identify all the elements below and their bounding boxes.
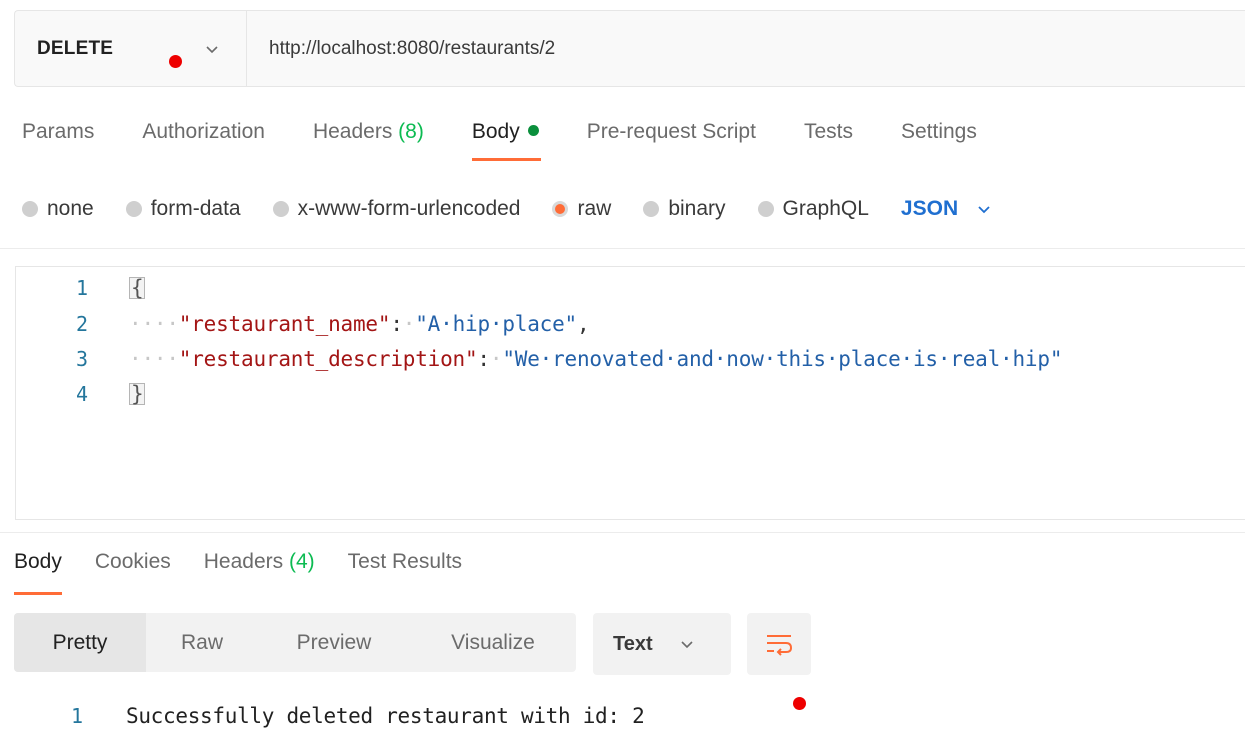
cursor-dot bbox=[793, 697, 806, 710]
json-value: "A·hip·place" bbox=[415, 312, 577, 336]
tab-label: Cookies bbox=[94, 550, 171, 573]
response-text: Successfully deleted restaurant with id:… bbox=[126, 704, 645, 728]
code-line: 1 { bbox=[16, 271, 1245, 305]
json-key: "restaurant_description" bbox=[178, 347, 478, 371]
line-number: 2 bbox=[75, 312, 88, 336]
radio-icon bbox=[272, 201, 289, 217]
view-mode-preview[interactable]: Preview bbox=[258, 613, 410, 672]
wrap-lines-button[interactable] bbox=[747, 613, 811, 675]
tab-label: Body bbox=[14, 550, 62, 573]
response-tab-test-results[interactable]: Test Results bbox=[348, 550, 462, 596]
line-number: 1 bbox=[70, 704, 83, 728]
code-text: } bbox=[129, 382, 146, 406]
json-value: "We·renovated·and·now·this·place·is·real… bbox=[502, 347, 1063, 371]
response-tabs: Body Cookies Headers (4) Test Results bbox=[14, 550, 495, 596]
tab-settings[interactable]: Settings bbox=[901, 120, 977, 160]
radio-none[interactable]: none bbox=[22, 197, 94, 221]
radio-label: x-www-form-urlencoded bbox=[297, 197, 521, 220]
code-line: 3 ····"restaurant_description":·"We·reno… bbox=[16, 342, 1245, 376]
view-mode-switcher: Pretty Raw Preview Visualize bbox=[14, 613, 576, 672]
headers-count: (4) bbox=[288, 550, 315, 573]
code-text: ····"restaurant_name":·"A·hip·place", bbox=[129, 312, 590, 336]
view-mode-pretty[interactable]: Pretty bbox=[14, 613, 146, 672]
radio-label: form-data bbox=[150, 197, 241, 220]
tab-label: Params bbox=[22, 120, 95, 143]
indent-whitespace: ···· bbox=[129, 347, 179, 371]
tab-label: Authorization bbox=[142, 120, 265, 143]
code-line: 4 } bbox=[16, 377, 1245, 411]
unsaved-changes-dot bbox=[169, 55, 182, 68]
open-brace: { bbox=[129, 276, 146, 300]
chevron-down-icon bbox=[206, 46, 218, 54]
code-text: ····"restaurant_description":·"We·renova… bbox=[129, 347, 1063, 371]
json-colon: : bbox=[390, 312, 403, 336]
radio-form-data[interactable]: form-data bbox=[125, 197, 241, 221]
headers-count: (8) bbox=[398, 120, 424, 143]
radio-label: GraphQL bbox=[782, 197, 869, 220]
tab-label: Pre-request Script bbox=[586, 120, 756, 143]
radio-label: binary bbox=[668, 197, 726, 220]
tab-label: Test Results bbox=[347, 550, 463, 573]
chevron-down-icon bbox=[681, 641, 693, 649]
request-body-editor[interactable]: 1 { 2 ····"restaurant_name":·"A·hip·plac… bbox=[15, 266, 1245, 520]
tab-label: Headers bbox=[312, 120, 393, 143]
line-number: 3 bbox=[75, 347, 88, 371]
tab-headers[interactable]: Headers (8) bbox=[313, 120, 424, 160]
close-brace: } bbox=[129, 382, 146, 406]
json-key: "restaurant_name" bbox=[178, 312, 391, 336]
radio-binary[interactable]: binary bbox=[643, 197, 726, 221]
body-format-dropdown[interactable]: JSON bbox=[901, 197, 992, 221]
chevron-down-icon bbox=[978, 206, 990, 214]
tab-label: Tests bbox=[803, 120, 853, 143]
body-type-options: none form-data x-www-form-urlencoded raw… bbox=[22, 195, 992, 223]
line-number: 4 bbox=[75, 382, 88, 406]
code-line: 2 ····"restaurant_name":·"A·hip·place", bbox=[16, 307, 1245, 341]
json-comma: , bbox=[577, 312, 590, 336]
tab-label: Headers bbox=[203, 550, 284, 573]
radio-icon bbox=[757, 201, 774, 217]
tab-authorization[interactable]: Authorization bbox=[142, 120, 265, 160]
response-tab-headers[interactable]: Headers (4) bbox=[204, 550, 315, 596]
radio-icon bbox=[643, 201, 660, 217]
radio-label: none bbox=[47, 197, 94, 220]
tab-tests[interactable]: Tests bbox=[804, 120, 853, 160]
radio-selected-icon bbox=[552, 201, 569, 217]
code-text: { bbox=[129, 276, 146, 300]
tab-body[interactable]: Body bbox=[471, 120, 541, 161]
tab-label: Body bbox=[471, 120, 520, 143]
request-tabs: Params Authorization Headers (8) Body Pr… bbox=[22, 120, 1025, 161]
body-format-label: JSON bbox=[900, 197, 959, 220]
radio-label: raw bbox=[577, 197, 612, 220]
tab-label: Settings bbox=[900, 120, 977, 143]
line-number: 1 bbox=[75, 276, 88, 300]
indent-whitespace: ···· bbox=[129, 312, 179, 336]
method-selector[interactable]: DELETE bbox=[15, 11, 247, 86]
radio-raw[interactable]: raw bbox=[552, 197, 611, 221]
response-format-label: Text bbox=[613, 632, 653, 655]
radio-graphql[interactable]: GraphQL bbox=[757, 197, 869, 221]
json-colon: : bbox=[477, 347, 490, 371]
radio-icon bbox=[125, 201, 142, 217]
response-tab-body[interactable]: Body bbox=[14, 550, 62, 596]
view-mode-raw[interactable]: Raw bbox=[146, 613, 258, 672]
response-tab-cookies[interactable]: Cookies bbox=[95, 550, 171, 596]
divider bbox=[0, 248, 1245, 249]
response-line: 1 Successfully deleted restaurant with i… bbox=[0, 700, 900, 732]
method-label: DELETE bbox=[37, 37, 114, 59]
url-input[interactable]: http://localhost:8080/restaurants/2 bbox=[247, 38, 555, 60]
divider bbox=[0, 532, 1245, 533]
radio-icon bbox=[22, 201, 38, 217]
request-url-bar: DELETE http://localhost:8080/restaurants… bbox=[14, 10, 1245, 87]
body-modified-dot bbox=[527, 125, 539, 136]
wrap-lines-icon bbox=[767, 635, 793, 656]
radio-x-www-form-urlencoded[interactable]: x-www-form-urlencoded bbox=[272, 197, 521, 221]
tab-pre-request-script[interactable]: Pre-request Script bbox=[587, 120, 756, 160]
view-mode-visualize[interactable]: Visualize bbox=[410, 613, 576, 672]
response-format-dropdown[interactable]: Text bbox=[593, 613, 731, 675]
tab-params[interactable]: Params bbox=[22, 120, 94, 160]
